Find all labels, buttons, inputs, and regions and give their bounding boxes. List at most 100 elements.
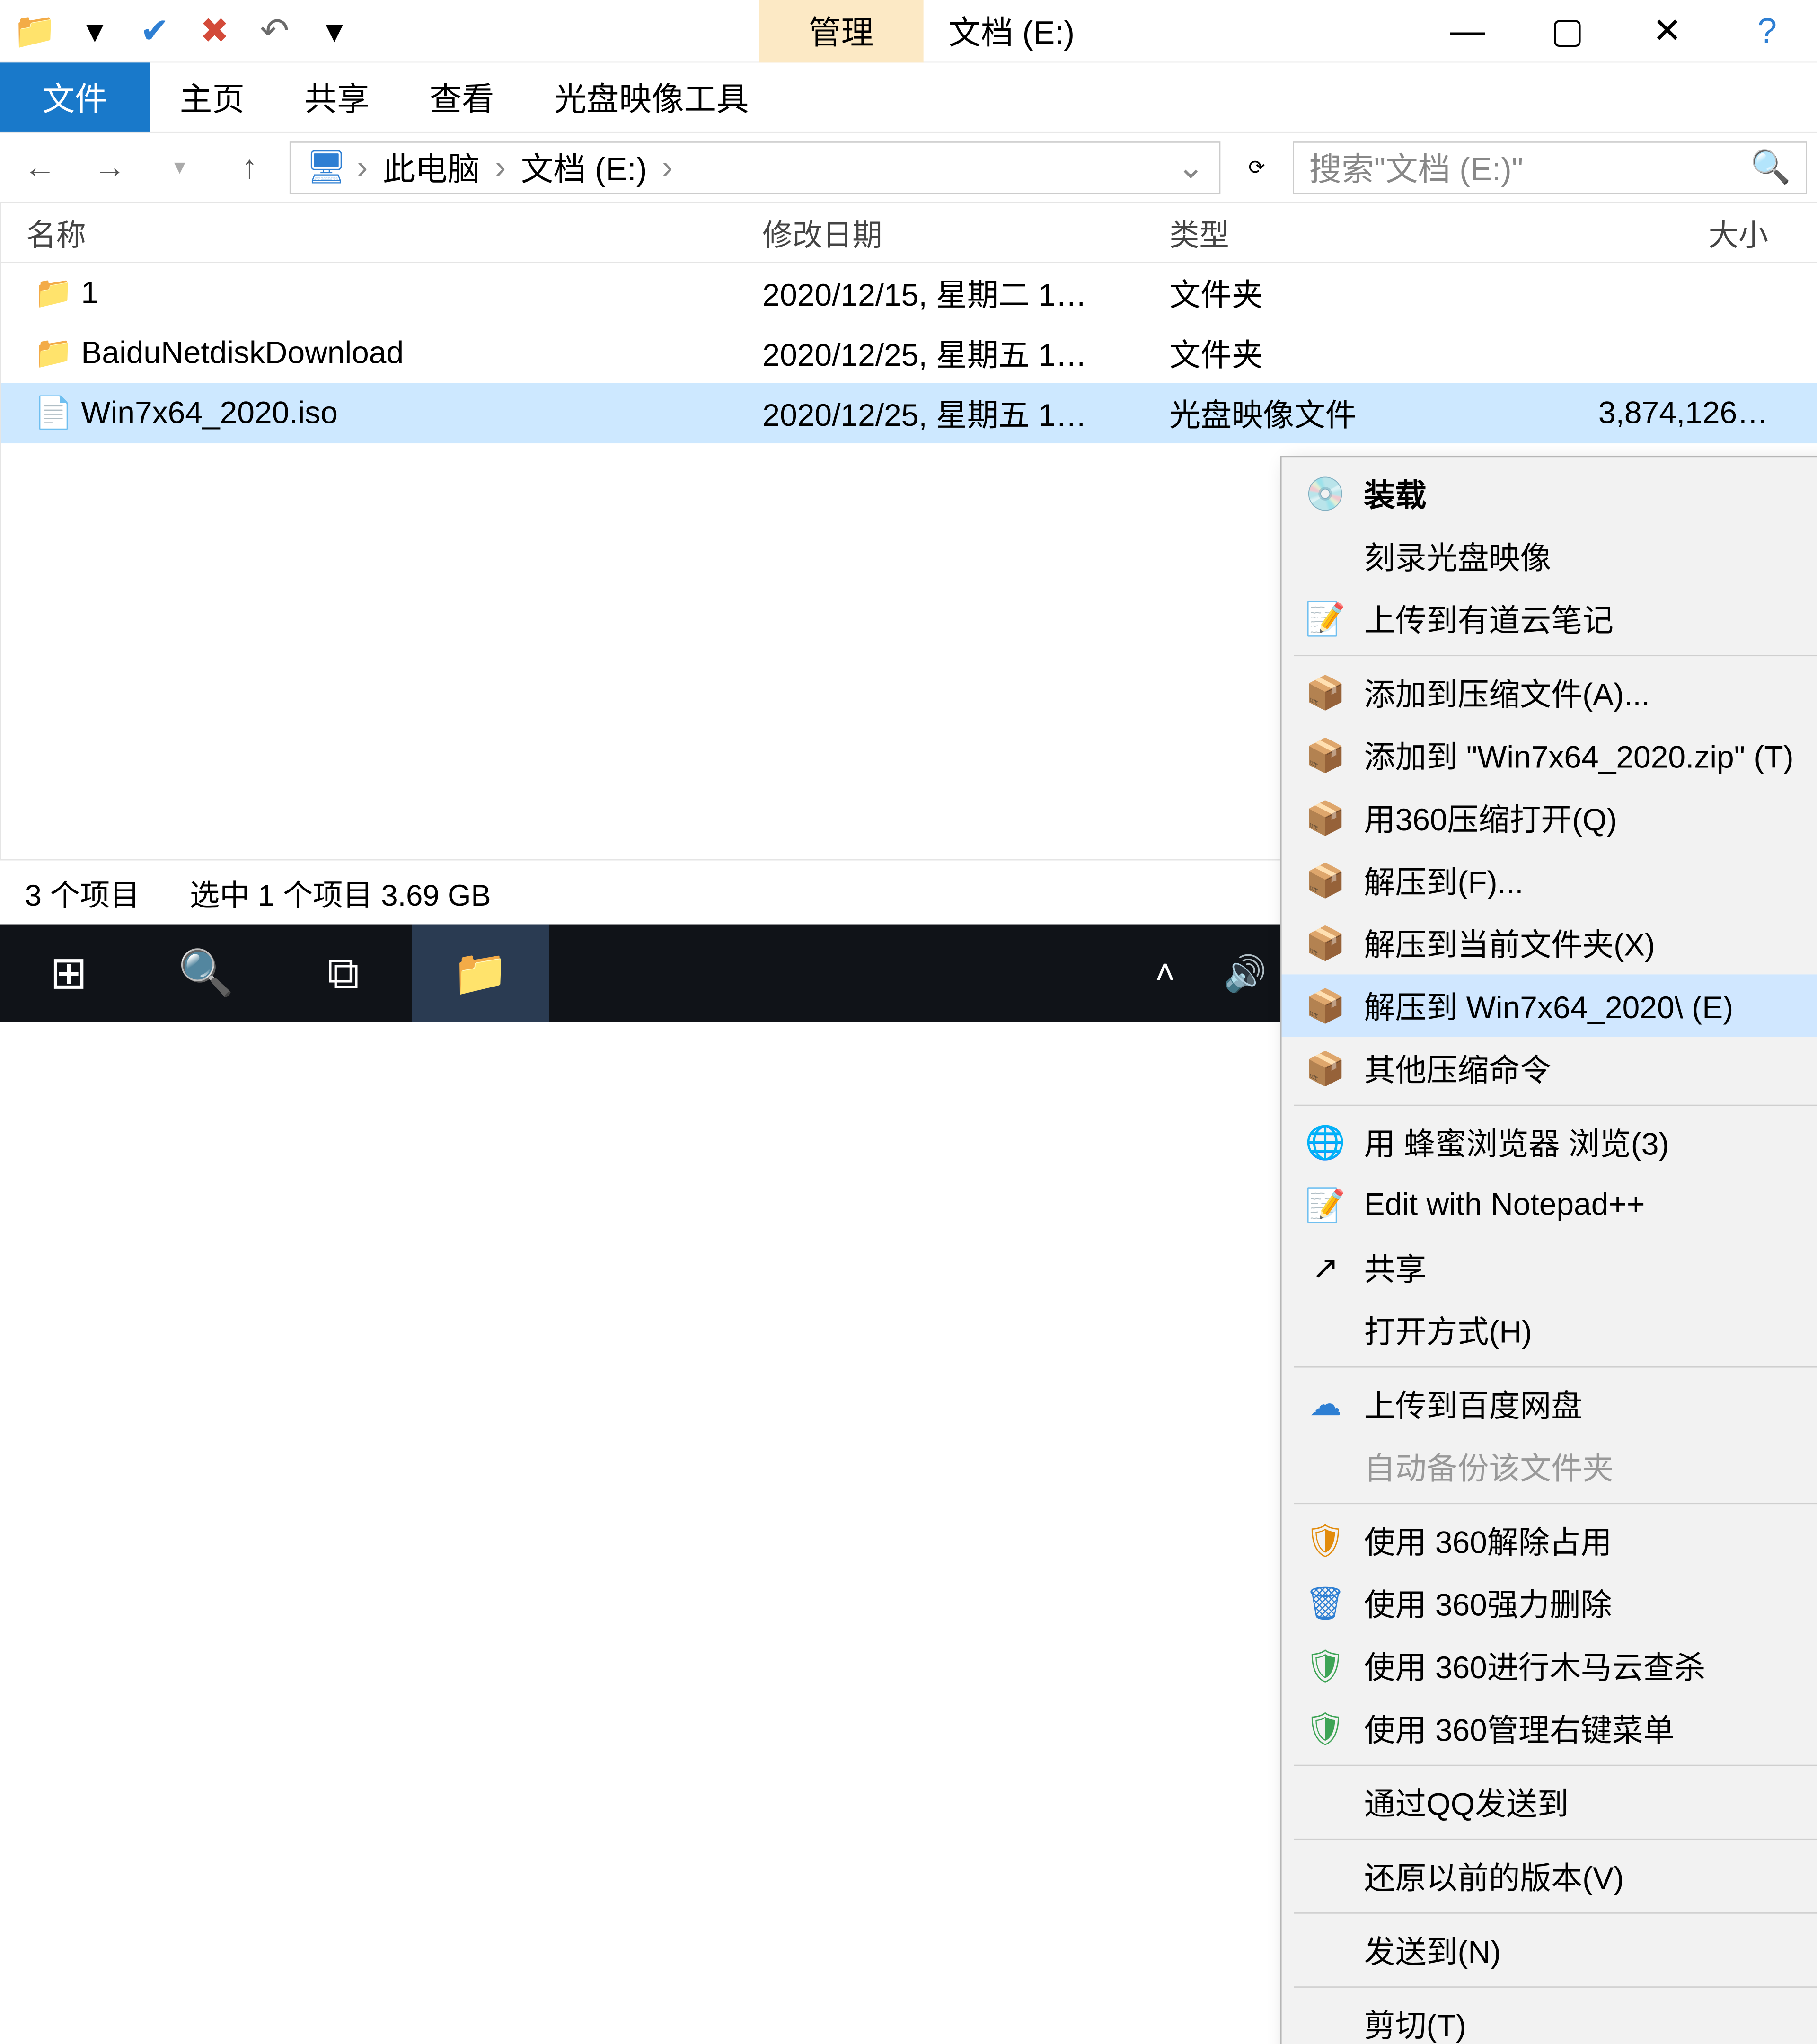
ribbon-tab-home[interactable]: 主页 bbox=[150, 62, 274, 132]
menu-item-label: 用 蜂蜜浏览器 浏览(3) bbox=[1364, 1119, 1669, 1164]
context-menu-item[interactable]: ↗共享 bbox=[1282, 1236, 1817, 1299]
menu-item-icon: 🌐 bbox=[1304, 1121, 1347, 1163]
tray-overflow-icon[interactable]: ˄ bbox=[1125, 925, 1205, 1022]
menu-item-label: 装载 bbox=[1364, 471, 1427, 516]
context-menu-item[interactable]: 🛡使用 360进行木马云查杀 bbox=[1282, 1634, 1817, 1697]
search-icon: 🔍 bbox=[1750, 148, 1791, 186]
qat-undo-icon[interactable]: ↶ bbox=[249, 6, 299, 56]
file-row[interactable]: 📁12020/12/15, 星期二 1…文件夹 bbox=[1, 263, 1817, 323]
menu-separator bbox=[1294, 1912, 1817, 1914]
col-size[interactable]: 大小 bbox=[1506, 211, 1817, 255]
menu-item-icon bbox=[1304, 1855, 1347, 1897]
ribbon-tab-iso[interactable]: 光盘映像工具 bbox=[524, 62, 779, 132]
context-menu-item[interactable]: 剪切(T) bbox=[1282, 1992, 1817, 2044]
quick-access-toolbar: 📁 ▾ ✔ ✖ ↶ ▾ 管理 文档 (E:) — ▢ ✕ ? bbox=[0, 0, 1817, 62]
nav-back-button[interactable]: ← bbox=[10, 137, 70, 197]
nav-up-button[interactable]: ↑ bbox=[220, 137, 280, 197]
context-menu-item[interactable]: 🌐 用 蜂蜜浏览器 浏览(3) bbox=[1282, 1111, 1817, 1173]
context-menu-item[interactable]: 📦添加到压缩文件(A)... bbox=[1282, 661, 1817, 724]
file-type: 文件夹 bbox=[1169, 331, 1506, 376]
context-menu-item[interactable]: 还原以前的版本(V) bbox=[1282, 1845, 1817, 1907]
context-menu-item[interactable]: 📦添加到 "Win7x64_2020.zip" (T) bbox=[1282, 724, 1817, 786]
file-row[interactable]: 📁BaiduNetdiskDownload2020/12/25, 星期五 1…文… bbox=[1, 323, 1817, 383]
ribbon-tab-view[interactable]: 查看 bbox=[399, 62, 524, 132]
start-button[interactable]: ⊞ bbox=[0, 925, 137, 1022]
context-menu-item[interactable]: 📦解压到当前文件夹(X) bbox=[1282, 912, 1817, 974]
menu-item-icon: 📦 bbox=[1304, 797, 1347, 839]
menu-item-label: 共享 bbox=[1364, 1245, 1427, 1290]
file-type: 光盘映像文件 bbox=[1169, 391, 1506, 436]
menu-item-label: 使用 360进行木马云查杀 bbox=[1364, 1643, 1706, 1688]
maximize-button[interactable]: ▢ bbox=[1517, 0, 1617, 62]
context-menu-item[interactable]: 发送到(N)▶ bbox=[1282, 1919, 1817, 1981]
this-pc-icon: 🖥 bbox=[306, 148, 347, 186]
col-type[interactable]: 类型 bbox=[1169, 211, 1506, 255]
col-name[interactable]: 名称 bbox=[26, 211, 762, 255]
breadcrumb-pc[interactable]: 此电脑 bbox=[378, 144, 485, 190]
context-menu-item: 自动备份该文件夹 bbox=[1282, 1436, 1817, 1498]
help-button[interactable]: ? bbox=[1717, 0, 1817, 62]
menu-item-label: 剪切(T) bbox=[1364, 2001, 1466, 2044]
context-menu-item[interactable]: 📦用360压缩打开(Q) bbox=[1282, 786, 1817, 849]
context-menu-item[interactable]: 通过QQ发送到 bbox=[1282, 1771, 1817, 1833]
taskbar-search-button[interactable]: 🔍 bbox=[137, 925, 274, 1022]
menu-item-label: 使用 360管理右键菜单 bbox=[1364, 1706, 1675, 1751]
breadcrumb-sep-icon: › bbox=[495, 148, 506, 186]
menu-item-label: 自动备份该文件夹 bbox=[1364, 1444, 1614, 1489]
nav-forward-button[interactable]: → bbox=[80, 137, 140, 197]
tray-sound-icon[interactable]: 🔊 bbox=[1205, 925, 1285, 1022]
menu-item-icon: ☁ bbox=[1304, 1383, 1347, 1425]
context-menu-item[interactable]: 📝上传到有道云笔记 bbox=[1282, 587, 1817, 650]
menu-item-icon bbox=[1304, 1445, 1347, 1488]
file-row[interactable]: 📄Win7x64_2020.iso2020/12/25, 星期五 1…光盘映像文… bbox=[1, 383, 1817, 443]
minimize-button[interactable]: — bbox=[1418, 0, 1517, 62]
refresh-button[interactable]: ⟳ bbox=[1230, 155, 1283, 180]
context-menu-item[interactable]: 🛡 使用 360管理右键菜单 bbox=[1282, 1697, 1817, 1760]
menu-item-icon: 🗑 bbox=[1304, 1582, 1347, 1624]
qat-dropdown-icon[interactable]: ▾ bbox=[70, 6, 120, 56]
qat-more-icon[interactable]: ▾ bbox=[309, 6, 359, 56]
close-button[interactable]: ✕ bbox=[1617, 0, 1717, 62]
context-menu-item[interactable]: 📦解压到(F)... bbox=[1282, 849, 1817, 912]
taskbar-explorer-button[interactable]: 📁 bbox=[412, 925, 549, 1022]
ribbon-tab-file[interactable]: 文件 bbox=[0, 62, 150, 132]
context-menu-item[interactable]: 🛡使用 360解除占用 bbox=[1282, 1509, 1817, 1572]
menu-item-label: 通过QQ发送到 bbox=[1364, 1780, 1569, 1824]
col-modified[interactable]: 修改日期 bbox=[762, 211, 1169, 255]
menu-item-icon: 🛡 bbox=[1304, 1707, 1347, 1750]
context-menu-item[interactable]: 刻录光盘映像 bbox=[1282, 525, 1817, 587]
address-box[interactable]: 🖥 › 此电脑 › 文档 (E:) › ⌄ bbox=[290, 141, 1220, 194]
folder-icon: 📁 bbox=[26, 275, 81, 311]
context-menu-item[interactable]: 📦其他压缩命令▶ bbox=[1282, 1037, 1817, 1100]
menu-item-label: 添加到压缩文件(A)... bbox=[1364, 670, 1650, 715]
context-tab-manage[interactable]: 管理 bbox=[759, 0, 924, 62]
nav-history-icon[interactable]: ▾ bbox=[150, 137, 210, 197]
context-menu-item[interactable]: 📦解压到 Win7x64_2020\ (E) bbox=[1282, 974, 1817, 1037]
menu-item-label: 刻录光盘映像 bbox=[1364, 534, 1552, 579]
address-dropdown-icon[interactable]: ⌄ bbox=[1177, 148, 1204, 186]
file-name: Win7x64_2020.iso bbox=[81, 395, 762, 432]
context-menu-item[interactable]: 📝Edit with Notepad++ bbox=[1282, 1173, 1817, 1236]
search-placeholder: 搜索"文档 (E:)" bbox=[1309, 144, 1524, 190]
context-menu-item[interactable]: ☁上传到百度网盘 bbox=[1282, 1373, 1817, 1435]
column-headers: 名称 修改日期 类型 大小 bbox=[1, 203, 1817, 263]
search-input[interactable]: 搜索"文档 (E:)" 🔍 bbox=[1293, 141, 1807, 194]
menu-separator bbox=[1294, 1986, 1817, 1988]
menu-separator bbox=[1294, 1839, 1817, 1840]
qat-check-icon[interactable]: ✔ bbox=[130, 6, 179, 56]
menu-item-label: 使用 360解除占用 bbox=[1364, 1518, 1612, 1563]
menu-separator bbox=[1294, 1366, 1817, 1368]
breadcrumb-drive[interactable]: 文档 (E:) bbox=[516, 144, 652, 190]
menu-separator bbox=[1294, 1503, 1817, 1504]
context-menu-item[interactable]: 打开方式(H)▶ bbox=[1282, 1299, 1817, 1361]
context-menu-item[interactable]: 🗑 使用 360强力删除 bbox=[1282, 1572, 1817, 1634]
menu-item-label: 解压到(F)... bbox=[1364, 858, 1524, 903]
menu-item-icon: 📦 bbox=[1304, 985, 1347, 1027]
context-menu-item[interactable]: 💿装载 bbox=[1282, 462, 1817, 525]
qat-close-icon[interactable]: ✖ bbox=[190, 6, 239, 56]
app-icon: 📁 bbox=[10, 6, 60, 56]
ribbon-tab-share[interactable]: 共享 bbox=[274, 62, 399, 132]
menu-item-label: 使用 360强力删除 bbox=[1364, 1581, 1612, 1626]
menu-item-label: 解压到当前文件夹(X) bbox=[1364, 921, 1655, 966]
task-view-button[interactable]: ⧉ bbox=[274, 925, 412, 1022]
